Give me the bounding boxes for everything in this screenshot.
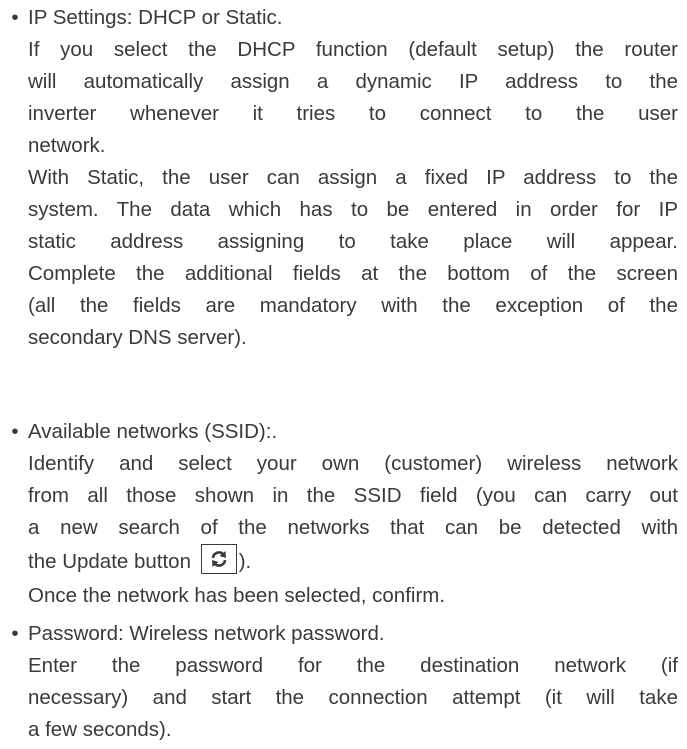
available-networks-heading: Available networks (SSID):. (28, 420, 278, 443)
update-line: the Update button ). (28, 544, 678, 580)
update-prefix: the Update button (28, 550, 191, 573)
ip-settings-heading: IP Settings: DHCP or Static. (28, 6, 283, 29)
text-line: inverter whenever it tries to connect to… (28, 102, 678, 125)
text-line: from all those shown in the SSID field (… (28, 484, 678, 507)
manual-page: • IP Settings: DHCP or Static. If you se… (0, 0, 687, 749)
text-line: system. The data which has to be entered… (28, 198, 678, 221)
ip-settings-text: IP Settings: DHCP or Static. If you sele… (28, 2, 678, 354)
update-button[interactable] (200, 544, 237, 574)
bullet: • (11, 420, 19, 443)
available-networks-text: Available networks (SSID):. Identify and… (28, 416, 678, 612)
text-line: Complete the additional fields at the bo… (28, 262, 678, 285)
text-line: If you select the DHCP function (default… (28, 38, 678, 61)
text-line: a new search of the networks that can be… (28, 516, 678, 539)
text-line: static address assigning to take place w… (28, 230, 678, 253)
text-line: (all the fields are mandatory with the e… (28, 294, 678, 317)
text-line: With Static, the user can assign a fixed… (28, 166, 678, 189)
password-heading: Password: Wireless network password. (28, 622, 385, 645)
bullet: • (11, 6, 19, 29)
text-line: Once the network has been selected, conf… (28, 584, 446, 607)
text-line: necessary) and start the connection atte… (28, 686, 678, 709)
password-text: Password: Wireless network password. Ent… (28, 618, 678, 746)
text-line: Identify and select your own (customer) … (28, 452, 678, 475)
text-line: secondary DNS server). (28, 326, 247, 349)
refresh-icon (211, 551, 226, 567)
update-suffix: ). (238, 550, 252, 573)
text-line: network. (28, 134, 106, 157)
text-line: Enter the password for the destination n… (28, 654, 678, 677)
text-line: a few seconds). (28, 718, 172, 741)
bullet: • (11, 622, 19, 645)
text-line: will automatically assign a dynamic IP a… (28, 70, 678, 93)
